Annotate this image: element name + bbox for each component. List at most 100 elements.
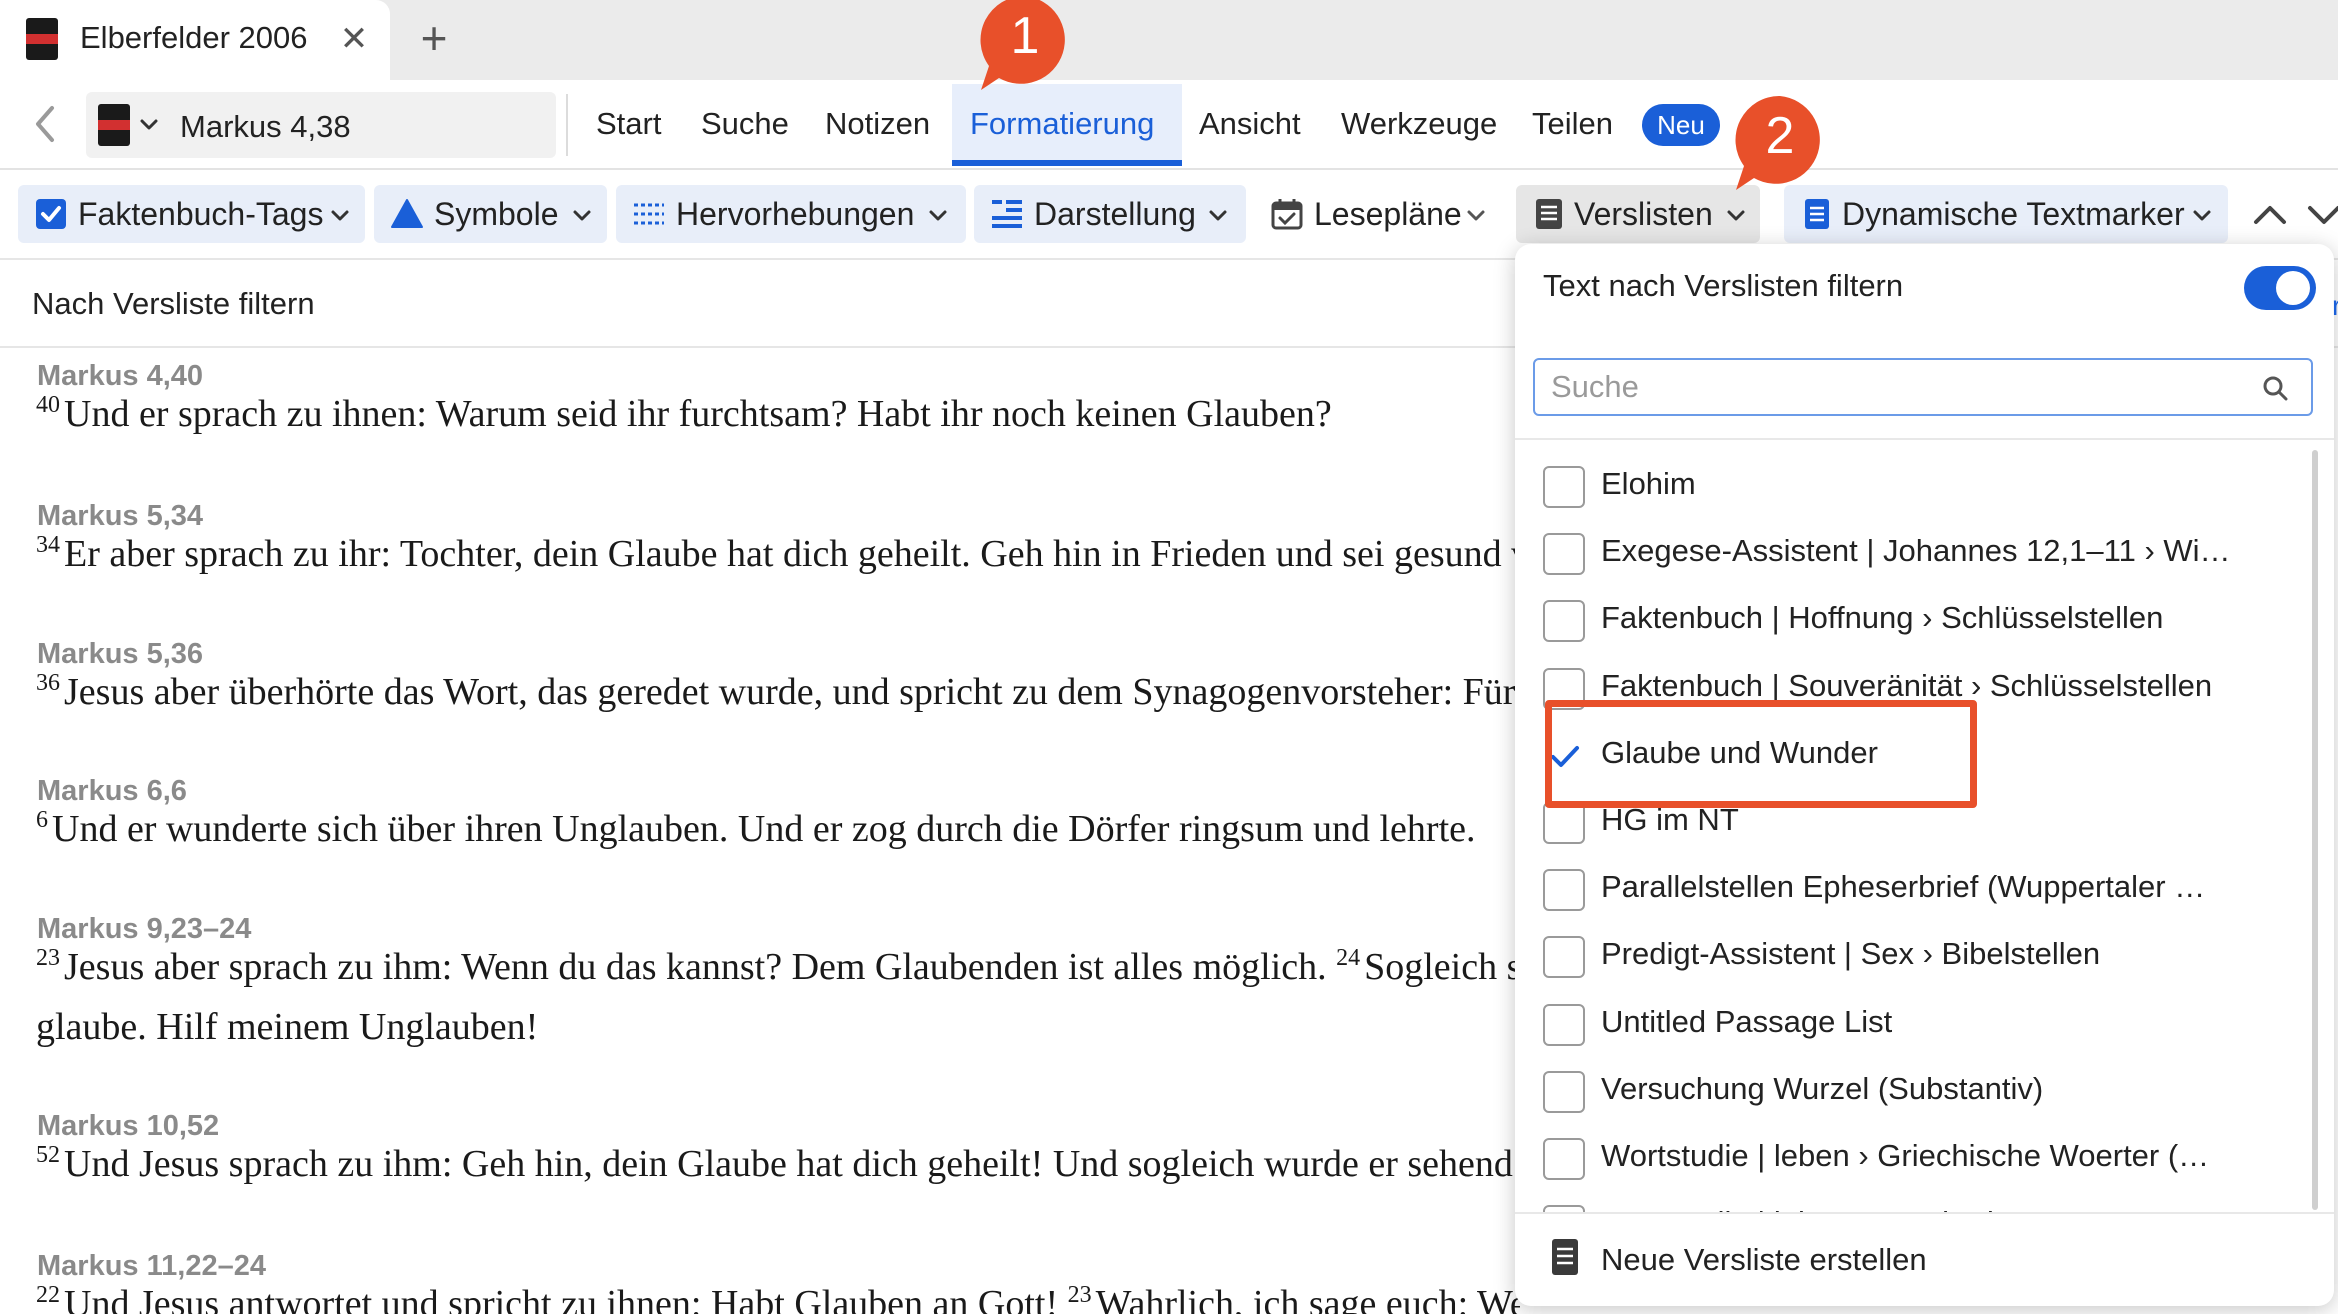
filter-header-title: Nach Versliste filtern: [32, 286, 315, 321]
checkbox[interactable]: [1543, 600, 1585, 642]
verse-text: glaube. Hilf meinem Unglauben!: [36, 1006, 539, 1048]
verse-list-option-label: Wortstudie | leben › Wortbedeutung: [1601, 1205, 2301, 1212]
menu-ansicht[interactable]: Ansicht: [1199, 106, 1301, 142]
verse-reference[interactable]: Markus 9,23–24: [37, 913, 251, 946]
dynamische-textmarker-label: Dynamische Textmarker: [1842, 196, 2185, 232]
selected-item-highlight-box: [1545, 700, 1977, 808]
verse-text-line: 6 Und er wunderte sich über ihren Unglaub…: [36, 807, 1476, 851]
verse-number: 34: [36, 532, 60, 558]
checkbox[interactable]: [1543, 869, 1585, 911]
verse-number: 24: [1336, 945, 1361, 971]
calendar-icon: [1271, 199, 1303, 230]
tag-checkbox-icon: [36, 199, 66, 229]
verse-number: 40: [36, 392, 60, 418]
verse-results-list: Markus 4,40 40 Und er sprach zu ihnen: War…: [0, 350, 1520, 1314]
chevron-down-icon: [929, 210, 947, 221]
verse-list-icon: [1536, 199, 1562, 229]
verslisten-button[interactable]: Verslisten: [1516, 185, 1760, 243]
verse-text: Und er wunderte sich über ihren Unglaube…: [52, 808, 1476, 850]
chevron-down-icon: [1209, 210, 1227, 221]
leseplaene-button[interactable]: Lesepläne: [1254, 185, 1498, 243]
verse-text-line: 22 Und Jesus antwortet und spricht zu ihn…: [36, 1282, 1520, 1314]
reference-box[interactable]: Markus 4,38: [86, 92, 556, 158]
verse-number: 36: [36, 670, 60, 696]
menu-start[interactable]: Start: [596, 106, 661, 142]
filter-toggle[interactable]: [2244, 266, 2316, 310]
menu-notizen[interactable]: Notizen: [825, 106, 930, 142]
verse-list-option[interactable]: Wortstudie | leben › Wortbedeutung: [1515, 1191, 2305, 1212]
checkbox[interactable]: [1543, 1071, 1585, 1113]
step-1-callout: 1: [975, 0, 1075, 92]
verse-reference[interactable]: Markus 4,40: [37, 360, 203, 393]
back-arrow-icon[interactable]: [26, 100, 64, 148]
verse-list-option-label: Exegese-Assistent | Johannes 12,1–11 › W…: [1601, 533, 2231, 568]
chevron-down-icon[interactable]: [136, 110, 162, 140]
text-layout-icon: [992, 200, 1022, 228]
menu-werkzeuge[interactable]: Werkzeuge: [1341, 106, 1497, 142]
callout-number: 1: [1010, 7, 1040, 65]
verse-list-option[interactable]: Predigt-Assistent | Sex › Bibelstellen: [1515, 922, 2305, 989]
step-2-callout: 2: [1730, 92, 1830, 192]
verse-list-option[interactable]: Versuchung Wurzel (Substantiv): [1515, 1057, 2305, 1124]
verse-list-option-label: Predigt-Assistent | Sex › Bibelstellen: [1601, 936, 2101, 971]
menu-suche[interactable]: Suche: [701, 106, 789, 142]
highlight-lines-icon: [634, 203, 664, 225]
menu-separator: [566, 94, 568, 156]
verse-text-line: 34 Er aber sprach zu ihr: Tochter, dein G…: [36, 532, 1520, 576]
verse-text-line: 40 Und er sprach zu ihnen: Warum seid ihr…: [36, 392, 1332, 436]
verse-list-option[interactable]: Exegese-Assistent | Johannes 12,1–11 › W…: [1515, 519, 2305, 586]
darstellung-button[interactable]: Darstellung: [974, 185, 1246, 243]
verse-reference[interactable]: Markus 6,6: [37, 775, 187, 808]
menu-formatierung[interactable]: Formatierung: [970, 106, 1154, 142]
tab-strip: Elberfelder 2006 ✕ +: [0, 0, 2338, 80]
menu-teilen[interactable]: Teilen: [1532, 106, 1613, 142]
checkbox[interactable]: [1543, 802, 1585, 844]
checkbox[interactable]: [1543, 1004, 1585, 1046]
verse-text-line: glaube. Hilf meinem Unglauben!: [36, 1005, 538, 1049]
verse-list-option[interactable]: Faktenbuch | Hoffnung › Schlüsselstellen: [1515, 586, 2305, 653]
verse-number: 23: [36, 945, 60, 971]
checkbox[interactable]: [1543, 466, 1585, 508]
dynamische-textmarker-button[interactable]: Dynamische Textmarker: [1784, 185, 2228, 243]
menu-bar: Markus 4,38 Start Suche Notizen Formatie…: [0, 80, 2338, 170]
verse-text-line: 23 Jesus aber sprach zu ihm: Wenn du das …: [36, 945, 1520, 989]
toggle-knob: [2276, 271, 2310, 305]
verse-number: 52: [36, 1142, 60, 1168]
create-verse-list-button[interactable]: Neue Versliste erstellen: [1515, 1216, 2334, 1304]
checkbox[interactable]: [1543, 533, 1585, 575]
document-tab-title: Elberfelder 2006: [80, 20, 308, 55]
verse-reference[interactable]: Markus 11,22–24: [37, 1250, 266, 1283]
symbole-label: Symbole: [434, 196, 559, 232]
document-tab[interactable]: Elberfelder 2006 ✕: [0, 0, 390, 80]
verse-text: Er aber sprach zu ihr: Tochter, dein Gla…: [64, 533, 1520, 575]
symbole-button[interactable]: Symbole: [374, 185, 607, 243]
verse-list-option[interactable]: Parallelstellen Epheserbrief (Wuppertale…: [1515, 855, 2305, 922]
verse-reference[interactable]: Markus 10,52: [37, 1110, 219, 1143]
checkbox[interactable]: [1543, 1138, 1585, 1180]
close-tab-icon[interactable]: ✕: [336, 14, 372, 64]
verse-list-option[interactable]: Elohim: [1515, 452, 2305, 519]
expand-down-icon[interactable]: [2306, 200, 2338, 230]
clipped-edge-text: r: [2332, 290, 2338, 321]
checkbox[interactable]: [1543, 1205, 1585, 1212]
create-verse-list-label: Neue Versliste erstellen: [1601, 1242, 1927, 1277]
hervorhebungen-button[interactable]: Hervorhebungen: [616, 185, 966, 243]
new-badge[interactable]: Neu: [1642, 104, 1720, 146]
verse-text: Jesus aber überhörte das Wort, das gered…: [64, 671, 1520, 713]
verse-text: Sogleich schrie der Vater des Kindes und…: [1364, 946, 1520, 988]
triangle-symbol-icon: [391, 199, 423, 228]
faktenbuch-tags-button[interactable]: Faktenbuch-Tags: [18, 185, 365, 243]
add-tab-icon[interactable]: +: [412, 10, 456, 66]
verse-reference[interactable]: Markus 5,36: [37, 638, 203, 671]
verse-text: Jesus aber sprach zu ihm: Wenn du das ka…: [64, 946, 1337, 988]
collapse-up-icon[interactable]: [2250, 200, 2290, 230]
panel-scrollbar[interactable]: [2312, 450, 2318, 1210]
verse-list-option-label: Faktenbuch | Souveränität › Schlüsselste…: [1601, 668, 2213, 703]
verse-reference[interactable]: Markus 5,34: [37, 500, 203, 533]
reference-label[interactable]: Markus 4,38: [180, 109, 351, 145]
verse-list-option[interactable]: Wortstudie | leben › Griechische Woerter…: [1515, 1124, 2305, 1191]
verse-text-line: 52 Und Jesus sprach zu ihm: Geh hin, dein…: [36, 1142, 1520, 1186]
verse-list-search-input[interactable]: [1533, 358, 2313, 416]
verse-list-option[interactable]: Untitled Passage List: [1515, 990, 2305, 1057]
checkbox[interactable]: [1543, 936, 1585, 978]
